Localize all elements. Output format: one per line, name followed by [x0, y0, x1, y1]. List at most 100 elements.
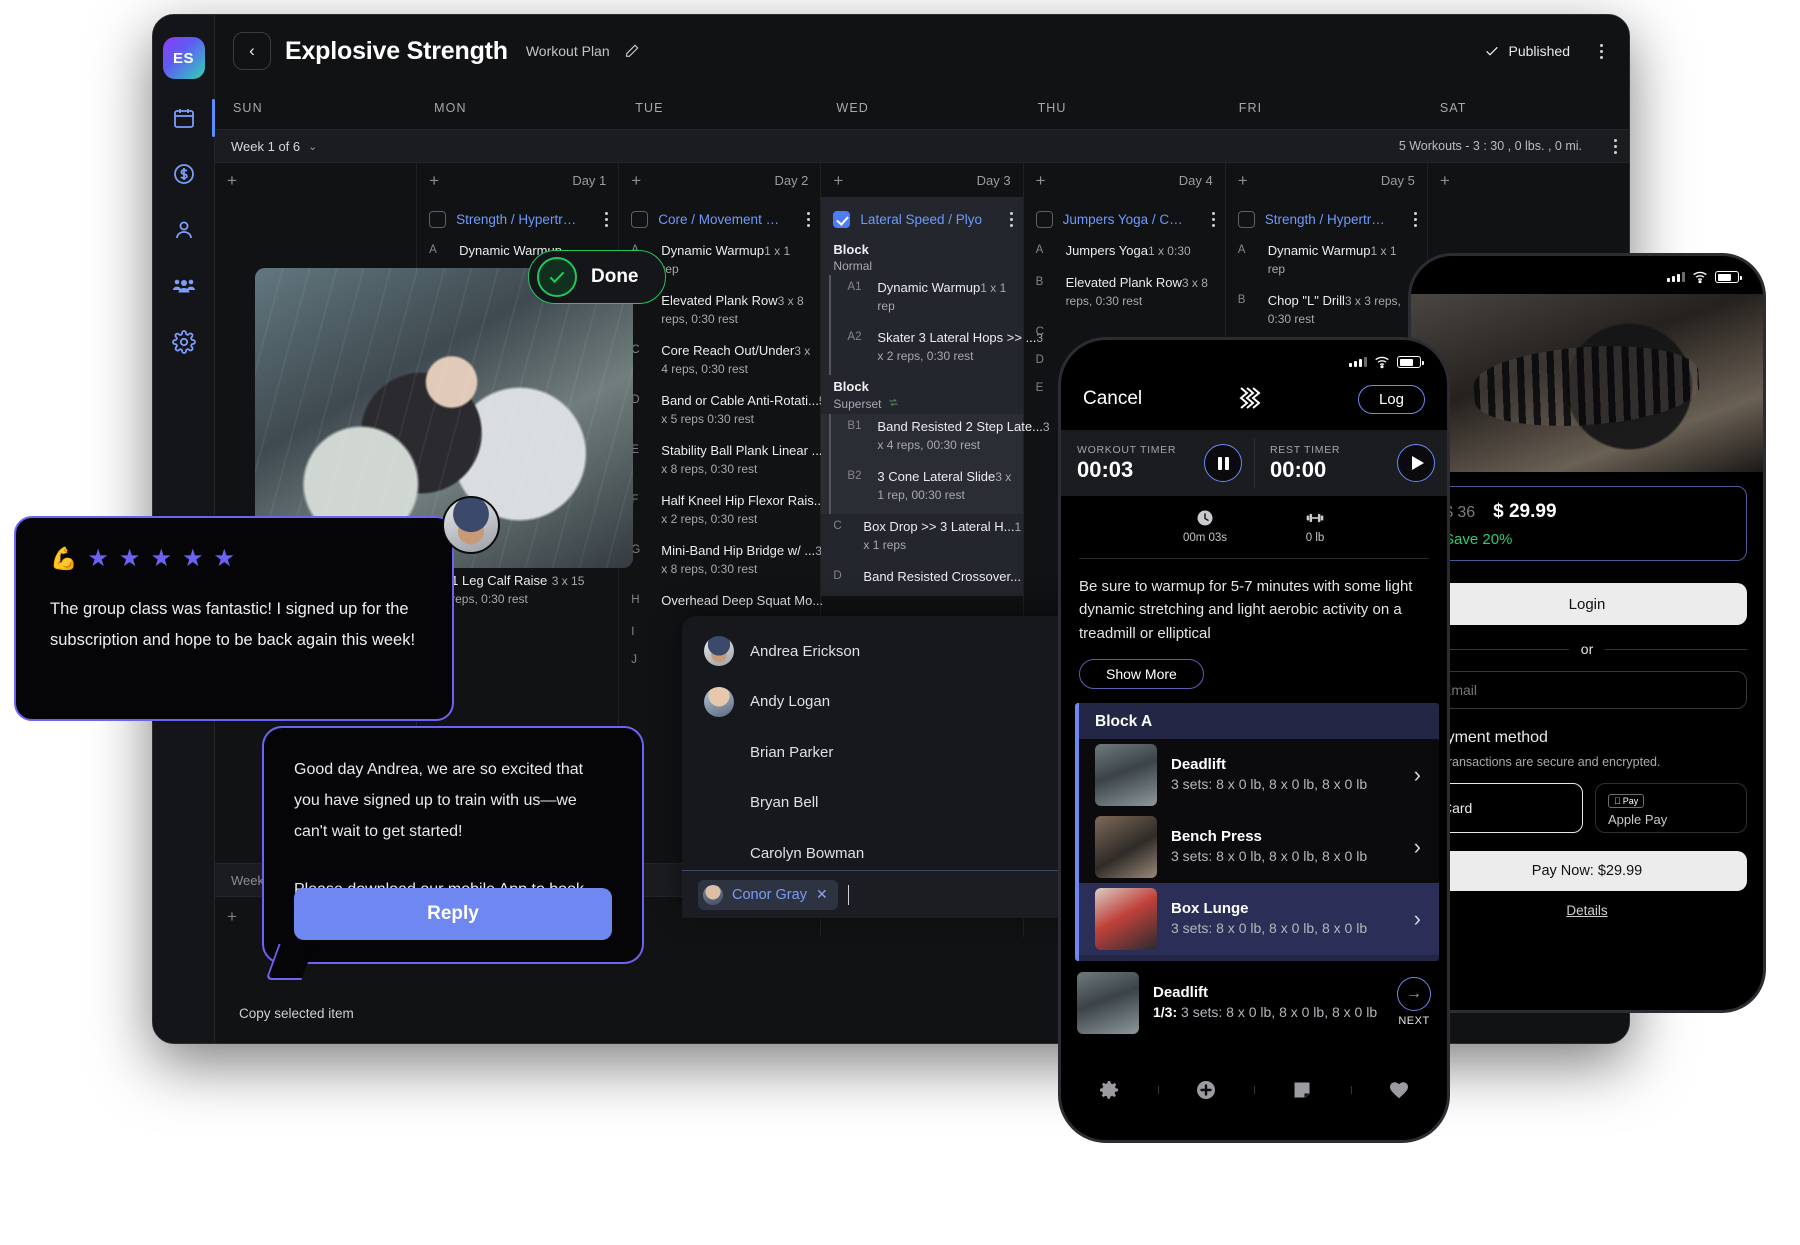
close-icon[interactable]: ✕ [816, 886, 828, 903]
workout-timer-value: 00:03 [1077, 457, 1196, 483]
gear-icon[interactable] [1061, 1078, 1158, 1102]
app-logo[interactable]: ES [163, 37, 205, 79]
note-icon[interactable] [1254, 1078, 1351, 1102]
workout-checkbox[interactable] [1238, 211, 1255, 228]
plus-circle-icon[interactable] [1158, 1078, 1255, 1102]
workout-card[interactable]: Strength / Hypertro... ADynamic Warmup1 … [1226, 197, 1427, 338]
play-button[interactable] [1397, 444, 1435, 482]
edit-pencil-icon[interactable] [624, 43, 640, 59]
exercise-name: Half Kneel Hip Flexor Rais... [661, 493, 824, 508]
add-workout-icon[interactable]: + [631, 172, 641, 189]
payment-option-card[interactable]: Card [1427, 783, 1583, 833]
exercise-name: Stability Ball Plank Linear ... [661, 443, 822, 458]
pause-button[interactable] [1204, 444, 1242, 482]
details-link[interactable]: Details [1411, 903, 1763, 918]
chevron-down-icon[interactable]: ⌄ [308, 140, 317, 153]
exercise-list-item-active[interactable]: Box Lunge 3 sets: 8 x 0 lb, 8 x 0 lb, 8 … [1079, 883, 1439, 955]
battle-ropes-graphic [1472, 340, 1702, 434]
payment-method-options: Card Pay Apple Pay [1427, 783, 1747, 833]
workout-more-menu-icon[interactable] [589, 212, 608, 227]
chevron-right-icon[interactable]: › [1414, 762, 1427, 788]
cancel-button[interactable]: Cancel [1083, 388, 1142, 410]
people-icon[interactable] [167, 269, 201, 303]
exercise-row[interactable]: A1Dynamic Warmup1 x 1 rep [835, 275, 1022, 325]
exercise-row[interactable]: B1Band Resisted 2 Step Late...3 x 4 reps… [835, 414, 1022, 464]
workout-title[interactable]: Strength / Hypertro... [456, 212, 579, 227]
next-button[interactable]: → NEXT [1397, 977, 1435, 1029]
phone-nav-bar: Cancel Log [1061, 376, 1447, 430]
dollar-icon[interactable] [167, 157, 201, 191]
rest-timer-label: REST TIMER [1270, 444, 1389, 456]
block-type-label: Superset [833, 397, 881, 411]
workout-more-menu-icon[interactable] [1196, 212, 1215, 227]
add-workout-icon[interactable]: + [1440, 172, 1450, 189]
add-workout-icon[interactable]: + [1238, 172, 1248, 189]
show-more-button[interactable]: Show More [1079, 659, 1204, 689]
calendar-icon[interactable] [167, 101, 201, 135]
payment-option-apple-pay[interactable]: Pay Apple Pay [1595, 783, 1747, 833]
exercise-list-item[interactable]: Deadlift 3 sets: 8 x 0 lb, 8 x 0 lb, 8 x… [1079, 739, 1439, 811]
exercise-row[interactable]: BChop "L" Drill3 x 3 reps, 0:30 rest [1226, 288, 1427, 338]
exercise-row[interactable]: ADynamic Warmup1 x 1 rep [1226, 238, 1427, 288]
exercise-thumbnail [1095, 816, 1157, 878]
add-workout-icon[interactable]: + [833, 172, 843, 189]
exercise-row[interactable]: B23 Cone Lateral Slide3 x 1 rep, 00:30 r… [835, 464, 1022, 514]
pay-now-button[interactable]: Pay Now: $29.99 [1427, 851, 1747, 891]
message-paragraph-1: Good day Andrea, we are so excited that … [294, 754, 612, 848]
exercise-name: Skater 3 Lateral Hops >> ... [877, 330, 1036, 345]
back-button[interactable]: ‹ [233, 32, 271, 70]
person-icon[interactable] [167, 213, 201, 247]
workout-title[interactable]: Lateral Speed / Plyo [860, 212, 983, 227]
add-workout-icon[interactable]: + [227, 172, 237, 189]
email-field[interactable]: Email [1427, 671, 1747, 709]
avatar [704, 788, 734, 818]
week-more-menu-icon[interactable] [1598, 139, 1617, 154]
workout-more-menu-icon[interactable] [1398, 212, 1417, 227]
exercise-row[interactable]: AJumpers Yoga1 x 0:30 [1024, 238, 1225, 270]
workout-card-selected[interactable]: Lateral Speed / Plyo Block Normal A1Dyna… [821, 197, 1022, 596]
price-option-card[interactable]: $ 36 $ 29.99 Save 20% [1427, 486, 1747, 561]
price-current: $ 29.99 [1493, 501, 1556, 523]
workout-checkbox[interactable] [631, 211, 648, 228]
exercise-row[interactable]: EStability Ball Plank Linear ...3 x 8 re… [619, 438, 820, 488]
current-exercise-row[interactable]: Deadlift 1/3: 3 sets: 8 x 0 lb, 8 x 0 lb… [1061, 967, 1447, 1039]
add-workout-icon[interactable]: + [429, 172, 439, 189]
avatar [704, 838, 734, 868]
exercise-label: H [631, 592, 651, 610]
status-badge[interactable]: Published [1484, 43, 1571, 59]
heart-icon[interactable] [1351, 1078, 1448, 1102]
exercise-row[interactable]: DBand Resisted Crossover... [821, 564, 1022, 596]
exercise-row[interactable]: GMini-Band Hip Bridge w/ ...3 x 8 reps, … [619, 538, 820, 588]
exercise-row[interactable]: CCore Reach Out/Under3 x 4 reps, 0:30 re… [619, 338, 820, 388]
exercise-row[interactable]: A2Skater 3 Lateral Hops >> ...3 x 2 reps… [835, 325, 1022, 375]
workout-more-menu-icon[interactable] [791, 212, 810, 227]
exercise-list-item[interactable]: Bench Press 3 sets: 8 x 0 lb, 8 x 0 lb, … [1079, 811, 1439, 883]
exercise-sets: 1/3: 3 sets: 8 x 0 lb, 8 x 0 lb, 8 x 0 l… [1153, 1003, 1383, 1022]
reply-button[interactable]: Reply [294, 888, 612, 940]
week-label[interactable]: Week 1 of 6 [231, 139, 300, 154]
workout-title[interactable]: Jumpers Yoga / Core [1063, 212, 1186, 227]
topbar-more-menu-icon[interactable] [1584, 44, 1603, 59]
workout-more-menu-icon[interactable] [994, 212, 1013, 227]
workout-title[interactable]: Core / Movement Q... [658, 212, 781, 227]
recipient-chip[interactable]: Conor Gray ✕ [698, 880, 838, 910]
workout-checkbox[interactable] [429, 211, 446, 228]
log-button[interactable]: Log [1358, 385, 1425, 414]
add-workout-icon[interactable]: + [1036, 172, 1046, 189]
exercise-row[interactable]: BElevated Plank Row3 x 8 reps, 0:30 rest [1024, 270, 1225, 320]
gear-icon[interactable] [167, 325, 201, 359]
chevron-right-icon[interactable]: › [1414, 834, 1427, 860]
workout-checkbox[interactable] [1036, 211, 1053, 228]
exercise-label: F [631, 492, 651, 528]
exercise-row[interactable]: CBox Drop >> 3 Lateral H...1 x 1 reps [821, 514, 1022, 564]
copy-selected-item-button[interactable]: Copy selected item [239, 1006, 354, 1021]
divider-line [1605, 649, 1747, 650]
exercise-row[interactable]: FHalf Kneel Hip Flexor Rais...3 x 2 reps… [619, 488, 820, 538]
workout-checkbox[interactable] [833, 211, 850, 228]
chevron-right-icon[interactable]: › [1414, 906, 1427, 932]
login-button[interactable]: Login [1427, 583, 1747, 625]
block-type: Superset [833, 396, 1010, 412]
workout-title[interactable]: Strength / Hypertro... [1265, 212, 1388, 227]
exercise-row[interactable]: DBand or Cable Anti-Rotati...5 x 5 reps … [619, 388, 820, 438]
day-column-header: + [1428, 163, 1629, 197]
